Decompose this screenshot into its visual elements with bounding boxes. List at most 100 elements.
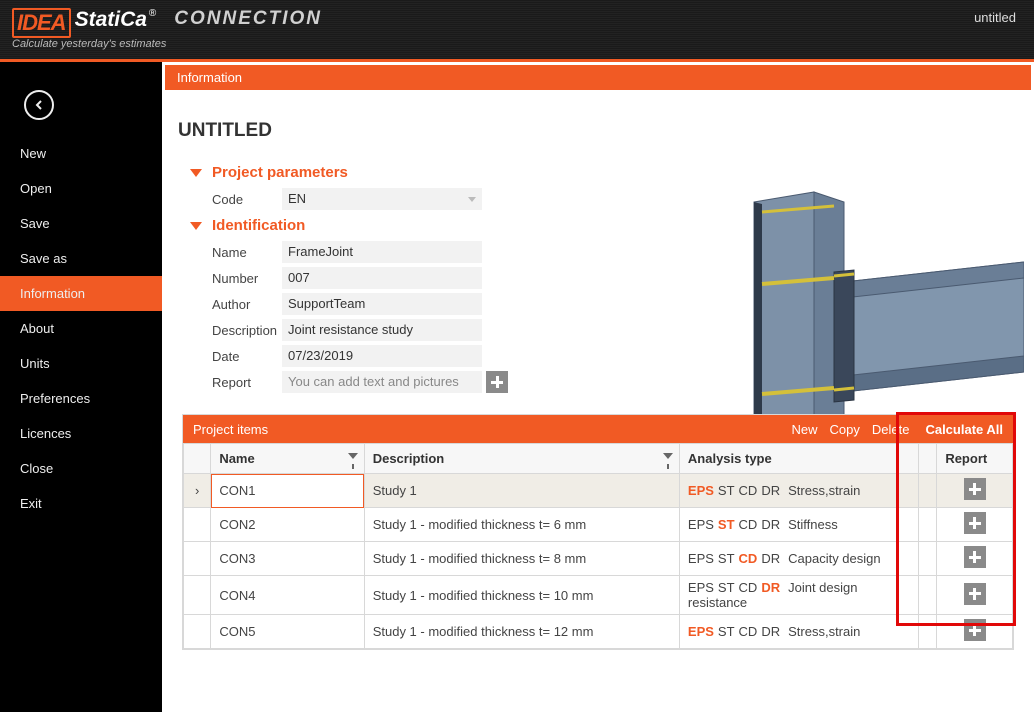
cell-description[interactable]: Study 1 - modified thickness t= 10 mm: [364, 576, 679, 615]
collapse-icon: [190, 222, 202, 230]
row-expand-icon[interactable]: [184, 615, 211, 649]
table-row[interactable]: CON4Study 1 - modified thickness t= 10 m…: [184, 576, 1013, 615]
cell-gap: [919, 576, 937, 615]
cell-analysis-type[interactable]: EPSSTCDDRStiffness: [679, 508, 919, 542]
cell-name[interactable]: CON1: [211, 474, 364, 508]
cell-name[interactable]: CON4: [211, 576, 364, 615]
col-gap: [919, 444, 937, 474]
add-report-button[interactable]: [964, 478, 986, 500]
row-expand-icon[interactable]: [184, 508, 211, 542]
add-report-button[interactable]: [964, 546, 986, 568]
field-code[interactable]: EN: [282, 188, 482, 210]
cell-description[interactable]: Study 1 - modified thickness t= 12 mm: [364, 615, 679, 649]
sidebar-item-preferences[interactable]: Preferences: [0, 381, 162, 416]
cell-gap: [919, 615, 937, 649]
project-items-panel: Project items New Copy Delete Calculate …: [182, 414, 1014, 650]
copy-item-button[interactable]: Copy: [830, 422, 860, 437]
label-report: Report: [212, 375, 282, 390]
field-number[interactable]: 007: [282, 267, 482, 289]
chevron-left-icon: [34, 100, 44, 110]
info-bar: Information: [165, 65, 1031, 90]
cell-name[interactable]: CON5: [211, 615, 364, 649]
project-items-title: Project items: [193, 422, 780, 437]
row-expand-icon[interactable]: [184, 576, 211, 615]
table-row[interactable]: CON2Study 1 - modified thickness t= 6 mm…: [184, 508, 1013, 542]
calculate-all-button[interactable]: Calculate All: [925, 422, 1003, 437]
add-report-button[interactable]: [486, 371, 508, 393]
logo-product: StatiCa: [75, 8, 147, 32]
label-author: Author: [212, 297, 282, 312]
col-name[interactable]: Name: [211, 444, 364, 474]
sidebar-item-exit[interactable]: Exit: [0, 486, 162, 521]
cell-analysis-type[interactable]: EPSSTCDDRStress,strain: [679, 615, 919, 649]
app-header: IDEA StatiCa ® CONNECTION Calculate yest…: [0, 0, 1034, 62]
col-description[interactable]: Description: [364, 444, 679, 474]
cell-name[interactable]: CON3: [211, 542, 364, 576]
cell-report: [937, 576, 1013, 615]
logo-registered: ®: [149, 8, 156, 19]
table-row[interactable]: CON3Study 1 - modified thickness t= 8 mm…: [184, 542, 1013, 576]
sidebar-item-close[interactable]: Close: [0, 451, 162, 486]
main-area: Information UNTITLED Project parameters …: [162, 62, 1034, 712]
field-report[interactable]: You can add text and pictures: [282, 371, 482, 393]
project-name-label: untitled: [974, 10, 1016, 25]
label-code: Code: [212, 192, 282, 207]
project-items-header: Project items New Copy Delete Calculate …: [183, 415, 1013, 443]
field-author[interactable]: SupportTeam: [282, 293, 482, 315]
sidebar-item-new[interactable]: New: [0, 136, 162, 171]
cell-report: [937, 615, 1013, 649]
cell-report: [937, 474, 1013, 508]
logo-brand: IDEA: [12, 8, 71, 38]
sidebar-item-licences[interactable]: Licences: [0, 416, 162, 451]
add-report-button[interactable]: [964, 619, 986, 641]
label-description: Description: [212, 323, 282, 338]
row-expand-icon[interactable]: ›: [184, 474, 211, 508]
cell-gap: [919, 542, 937, 576]
col-expand: [184, 444, 211, 474]
chevron-down-icon: [468, 197, 476, 202]
add-report-button[interactable]: [964, 512, 986, 534]
sidebar-item-open[interactable]: Open: [0, 171, 162, 206]
sidebar: NewOpenSaveSave asInformationAboutUnitsP…: [0, 62, 162, 712]
col-analysis-type[interactable]: Analysis type: [679, 444, 919, 474]
cell-gap: [919, 474, 937, 508]
cell-analysis-type[interactable]: EPSSTCDDRJoint design resistance: [679, 576, 919, 615]
sidebar-item-information[interactable]: Information: [0, 276, 162, 311]
section-title: Project parameters: [212, 164, 348, 181]
col-report[interactable]: Report: [937, 444, 1013, 474]
cell-description[interactable]: Study 1: [364, 474, 679, 508]
cell-name[interactable]: CON2: [211, 508, 364, 542]
sidebar-item-save[interactable]: Save: [0, 206, 162, 241]
table-row[interactable]: ›CON1Study 1EPSSTCDDRStress,strain: [184, 474, 1013, 508]
cell-description[interactable]: Study 1 - modified thickness t= 8 mm: [364, 542, 679, 576]
filter-icon[interactable]: [663, 453, 673, 459]
section-project-parameters[interactable]: Project parameters: [190, 164, 1024, 181]
back-button[interactable]: [24, 90, 54, 120]
cell-analysis-type[interactable]: EPSSTCDDRStress,strain: [679, 474, 919, 508]
tagline: Calculate yesterday's estimates: [12, 38, 166, 50]
label-name: Name: [212, 245, 282, 260]
cell-gap: [919, 508, 937, 542]
new-item-button[interactable]: New: [792, 422, 818, 437]
cell-analysis-type[interactable]: EPSSTCDDRCapacity design: [679, 542, 919, 576]
field-name[interactable]: FrameJoint: [282, 241, 482, 263]
sidebar-item-units[interactable]: Units: [0, 346, 162, 381]
logo-app: CONNECTION: [174, 8, 322, 30]
label-number: Number: [212, 271, 282, 286]
cell-report: [937, 508, 1013, 542]
field-date[interactable]: 07/23/2019: [282, 345, 482, 367]
collapse-icon: [190, 169, 202, 177]
add-report-button[interactable]: [964, 583, 986, 605]
page-title: UNTITLED: [178, 120, 1024, 142]
row-expand-icon[interactable]: [184, 542, 211, 576]
section-title: Identification: [212, 217, 305, 234]
table-row[interactable]: CON5Study 1 - modified thickness t= 12 m…: [184, 615, 1013, 649]
field-description[interactable]: Joint resistance study: [282, 319, 482, 341]
cell-report: [937, 542, 1013, 576]
filter-icon[interactable]: [348, 453, 358, 459]
delete-item-button[interactable]: Delete: [872, 422, 910, 437]
project-items-table: Name Description Analysis type Report ›C…: [183, 443, 1013, 649]
sidebar-item-save-as[interactable]: Save as: [0, 241, 162, 276]
cell-description[interactable]: Study 1 - modified thickness t= 6 mm: [364, 508, 679, 542]
sidebar-item-about[interactable]: About: [0, 311, 162, 346]
